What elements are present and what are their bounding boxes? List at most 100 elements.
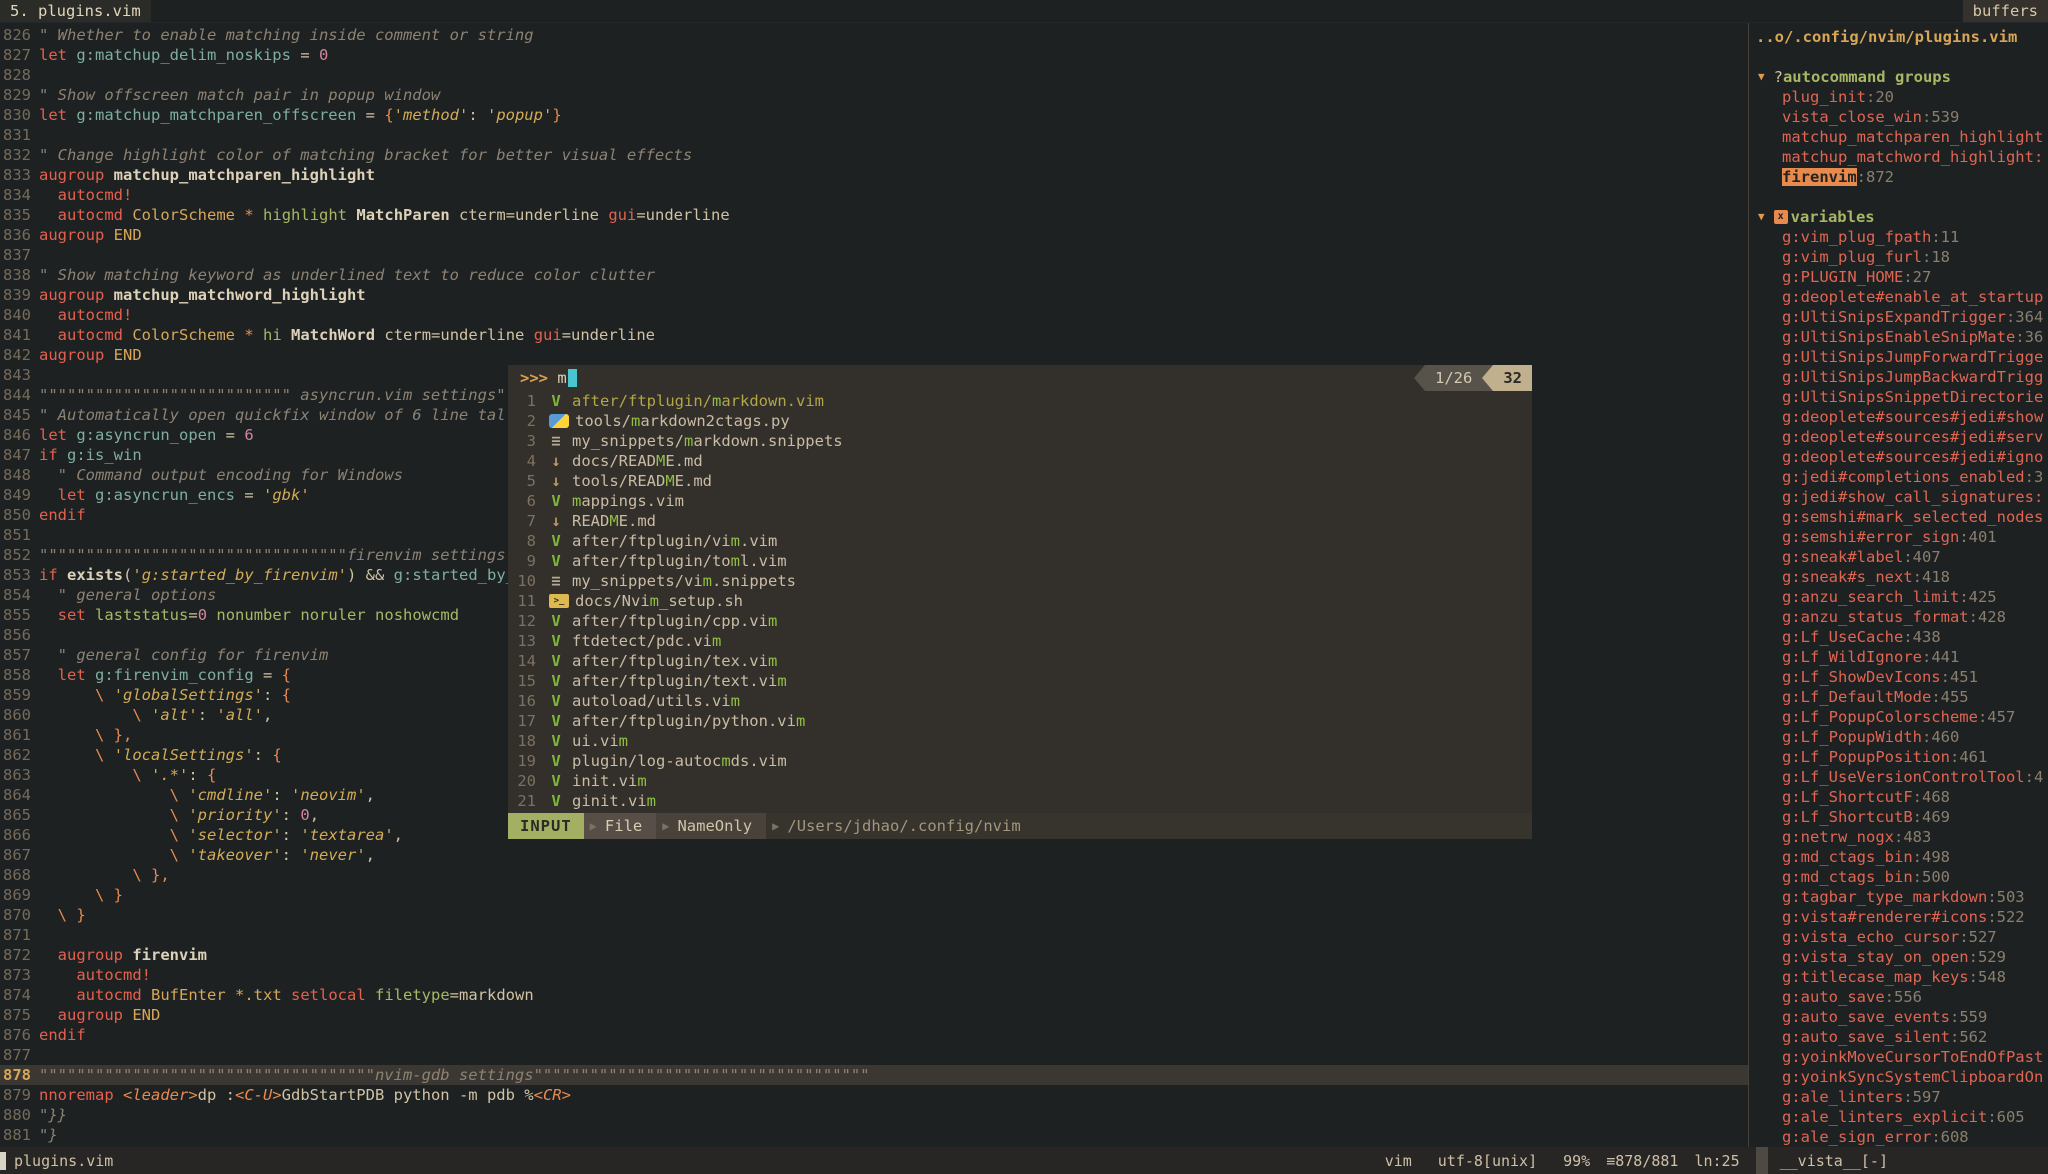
tag-item[interactable]: firenvim:872 <box>1749 167 2048 187</box>
tag-item[interactable]: g:auto_save_events:559 <box>1749 1007 2048 1027</box>
file-result-item[interactable]: 3≡my_snippets/markdown.snippets <box>508 431 1532 451</box>
tag-item[interactable]: g:deoplete#enable_at_startup <box>1749 287 2048 307</box>
file-result-item[interactable]: 1Vafter/ftplugin/markdown.vim <box>508 391 1532 411</box>
file-result-item[interactable]: 6Vmappings.vim <box>508 491 1532 511</box>
code-line[interactable]: 867 \ 'takeover': 'never', <box>0 845 1748 865</box>
tab-plugins-vim[interactable]: 5. plugins.vim <box>0 0 151 22</box>
tag-item[interactable]: g:anzu_search_limit:425 <box>1749 587 2048 607</box>
tag-item[interactable]: g:Lf_UseVersionControlTool:4 <box>1749 767 2048 787</box>
sidebar-section-header[interactable]: ▼?autocommand groups <box>1749 67 2048 87</box>
code-line[interactable]: 871 <box>0 925 1748 945</box>
file-result-item[interactable]: 5↓tools/README.md <box>508 471 1532 491</box>
file-result-item[interactable]: 18Vui.vim <box>508 731 1532 751</box>
tag-item[interactable]: g:md_ctags_bin:498 <box>1749 847 2048 867</box>
file-result-item[interactable]: 10≡my_snippets/vim.snippets <box>508 571 1532 591</box>
file-result-item[interactable]: 2tools/markdown2ctags.py <box>508 411 1532 431</box>
code-line[interactable]: 879nnoremap <leader>dp :<C-U>GdbStartPDB… <box>0 1085 1748 1105</box>
tag-item[interactable]: g:ale_sign_error:608 <box>1749 1127 2048 1147</box>
tag-item[interactable]: g:Lf_DefaultMode:455 <box>1749 687 2048 707</box>
editor-pane[interactable]: 826" Whether to enable matching inside c… <box>0 23 1748 1147</box>
tag-item[interactable]: g:vista_stay_on_open:529 <box>1749 947 2048 967</box>
tag-item[interactable]: g:Lf_PopupColorscheme:457 <box>1749 707 2048 727</box>
code-line[interactable]: 873 autocmd! <box>0 965 1748 985</box>
tag-item[interactable]: matchup_matchparen_highlight <box>1749 127 2048 147</box>
tag-item[interactable]: g:PLUGIN_HOME:27 <box>1749 267 2048 287</box>
tag-item[interactable]: vista_close_win:539 <box>1749 107 2048 127</box>
code-line[interactable]: 877 <box>0 1045 1748 1065</box>
tag-item[interactable]: g:semshi#mark_selected_nodes <box>1749 507 2048 527</box>
tag-item[interactable]: g:deoplete#sources#jedi#serv <box>1749 427 2048 447</box>
tag-item[interactable]: g:vista#renderer#icons:522 <box>1749 907 2048 927</box>
tag-item[interactable]: g:yoinkMoveCursorToEndOfPast <box>1749 1047 2048 1067</box>
tag-item[interactable]: g:Lf_PopupWidth:460 <box>1749 727 2048 747</box>
sidebar-section-header[interactable]: ▼xvariables <box>1749 207 2048 227</box>
code-line[interactable]: 840 autocmd! <box>0 305 1748 325</box>
tag-item[interactable]: g:sneak#s_next:418 <box>1749 567 2048 587</box>
search-query[interactable]: m <box>548 369 567 387</box>
code-line[interactable]: 839augroup matchup_matchword_highlight <box>0 285 1748 305</box>
tag-item[interactable]: g:Lf_ShowDevIcons:451 <box>1749 667 2048 687</box>
file-result-item[interactable]: 21Vginit.vim <box>508 791 1532 811</box>
code-line[interactable]: 842augroup END <box>0 345 1748 365</box>
code-line[interactable]: 835 autocmd ColorScheme * highlight Matc… <box>0 205 1748 225</box>
tag-item[interactable]: g:UltiSnipsJumpForwardTrigge <box>1749 347 2048 367</box>
code-line[interactable]: 834 autocmd! <box>0 185 1748 205</box>
file-result-item[interactable]: 8Vafter/ftplugin/vim.vim <box>508 531 1532 551</box>
tag-item[interactable]: g:semshi#error_sign:401 <box>1749 527 2048 547</box>
code-line[interactable]: 831 <box>0 125 1748 145</box>
code-line[interactable]: 838" Show matching keyword as underlined… <box>0 265 1748 285</box>
code-line[interactable]: 881"} <box>0 1125 1748 1145</box>
tag-item[interactable]: g:UltiSnipsJumpBackwardTrigg <box>1749 367 2048 387</box>
tag-item[interactable]: g:Lf_PopupPosition:461 <box>1749 747 2048 767</box>
tab-buffers[interactable]: buffers <box>1963 0 2048 22</box>
code-line[interactable]: 880"}} <box>0 1105 1748 1125</box>
code-line[interactable]: 833augroup matchup_matchparen_highlight <box>0 165 1748 185</box>
tag-item[interactable]: g:yoinkSyncSystemClipboardOn <box>1749 1067 2048 1087</box>
tag-item[interactable]: g:UltiSnipsEnableSnipMate:36 <box>1749 327 2048 347</box>
code-line[interactable]: 829" Show offscreen match pair in popup … <box>0 85 1748 105</box>
tag-item[interactable]: g:vim_plug_fpath:11 <box>1749 227 2048 247</box>
tag-item[interactable]: matchup_matchword_highlight: <box>1749 147 2048 167</box>
code-line[interactable]: 826" Whether to enable matching inside c… <box>0 25 1748 45</box>
code-line[interactable]: 876endif <box>0 1025 1748 1045</box>
code-line[interactable]: 832" Change highlight color of matching … <box>0 145 1748 165</box>
tag-item[interactable]: g:tagbar_type_markdown:503 <box>1749 887 2048 907</box>
tag-item[interactable]: g:UltiSnipsExpandTrigger:364 <box>1749 307 2048 327</box>
tag-item[interactable]: g:jedi#show_call_signatures: <box>1749 487 2048 507</box>
tag-item[interactable]: g:vista_echo_cursor:527 <box>1749 927 2048 947</box>
code-line[interactable]: 837 <box>0 245 1748 265</box>
file-result-item[interactable]: 7↓README.md <box>508 511 1532 531</box>
fuzzy-prompt-row[interactable]: >>> m 1/26 32 <box>508 365 1532 391</box>
tag-item[interactable]: g:Lf_WildIgnore:441 <box>1749 647 2048 667</box>
chevron-down-icon[interactable]: ▼ <box>1758 207 1765 227</box>
code-line[interactable]: 827let g:matchup_delim_noskips = 0 <box>0 45 1748 65</box>
code-line[interactable]: 869 \ } <box>0 885 1748 905</box>
chevron-down-icon[interactable]: ▼ <box>1758 67 1765 87</box>
code-line[interactable]: 868 \ }, <box>0 865 1748 885</box>
tag-item[interactable]: g:Lf_UseCache:438 <box>1749 627 2048 647</box>
file-result-item[interactable]: 11>_docs/Nvim_setup.sh <box>508 591 1532 611</box>
file-result-item[interactable]: 20Vinit.vim <box>508 771 1532 791</box>
code-line[interactable]: 875 augroup END <box>0 1005 1748 1025</box>
tag-item[interactable]: g:ale_linters_explicit:605 <box>1749 1107 2048 1127</box>
tag-item[interactable]: g:UltiSnipsSnippetDirectorie <box>1749 387 2048 407</box>
file-result-item[interactable]: 13Vftdetect/pdc.vim <box>508 631 1532 651</box>
tag-item[interactable]: g:deoplete#sources#jedi#igno <box>1749 447 2048 467</box>
tag-item[interactable]: plug_init:20 <box>1749 87 2048 107</box>
file-result-item[interactable]: 12Vafter/ftplugin/cpp.vim <box>508 611 1532 631</box>
tag-item[interactable]: g:deoplete#sources#jedi#show <box>1749 407 2048 427</box>
code-line[interactable]: 841 autocmd ColorScheme * hi MatchWord c… <box>0 325 1748 345</box>
file-result-item[interactable]: 17Vafter/ftplugin/python.vim <box>508 711 1532 731</box>
code-line[interactable]: 830let g:matchup_matchparen_offscreen = … <box>0 105 1748 125</box>
file-result-item[interactable]: 15Vafter/ftplugin/text.vim <box>508 671 1532 691</box>
file-result-item[interactable]: 16Vautoload/utils.vim <box>508 691 1532 711</box>
code-line[interactable]: 836augroup END <box>0 225 1748 245</box>
code-line[interactable]: 874 autocmd BufEnter *.txt setlocal file… <box>0 985 1748 1005</box>
file-result-item[interactable]: 9Vafter/ftplugin/toml.vim <box>508 551 1532 571</box>
tag-item[interactable]: g:md_ctags_bin:500 <box>1749 867 2048 887</box>
tag-item[interactable]: g:sneak#label:407 <box>1749 547 2048 567</box>
tag-item[interactable]: g:vim_plug_furl:18 <box>1749 247 2048 267</box>
tag-item[interactable]: g:netrw_nogx:483 <box>1749 827 2048 847</box>
tag-item[interactable]: g:Lf_ShortcutB:469 <box>1749 807 2048 827</box>
code-line[interactable]: 870 \ } <box>0 905 1748 925</box>
